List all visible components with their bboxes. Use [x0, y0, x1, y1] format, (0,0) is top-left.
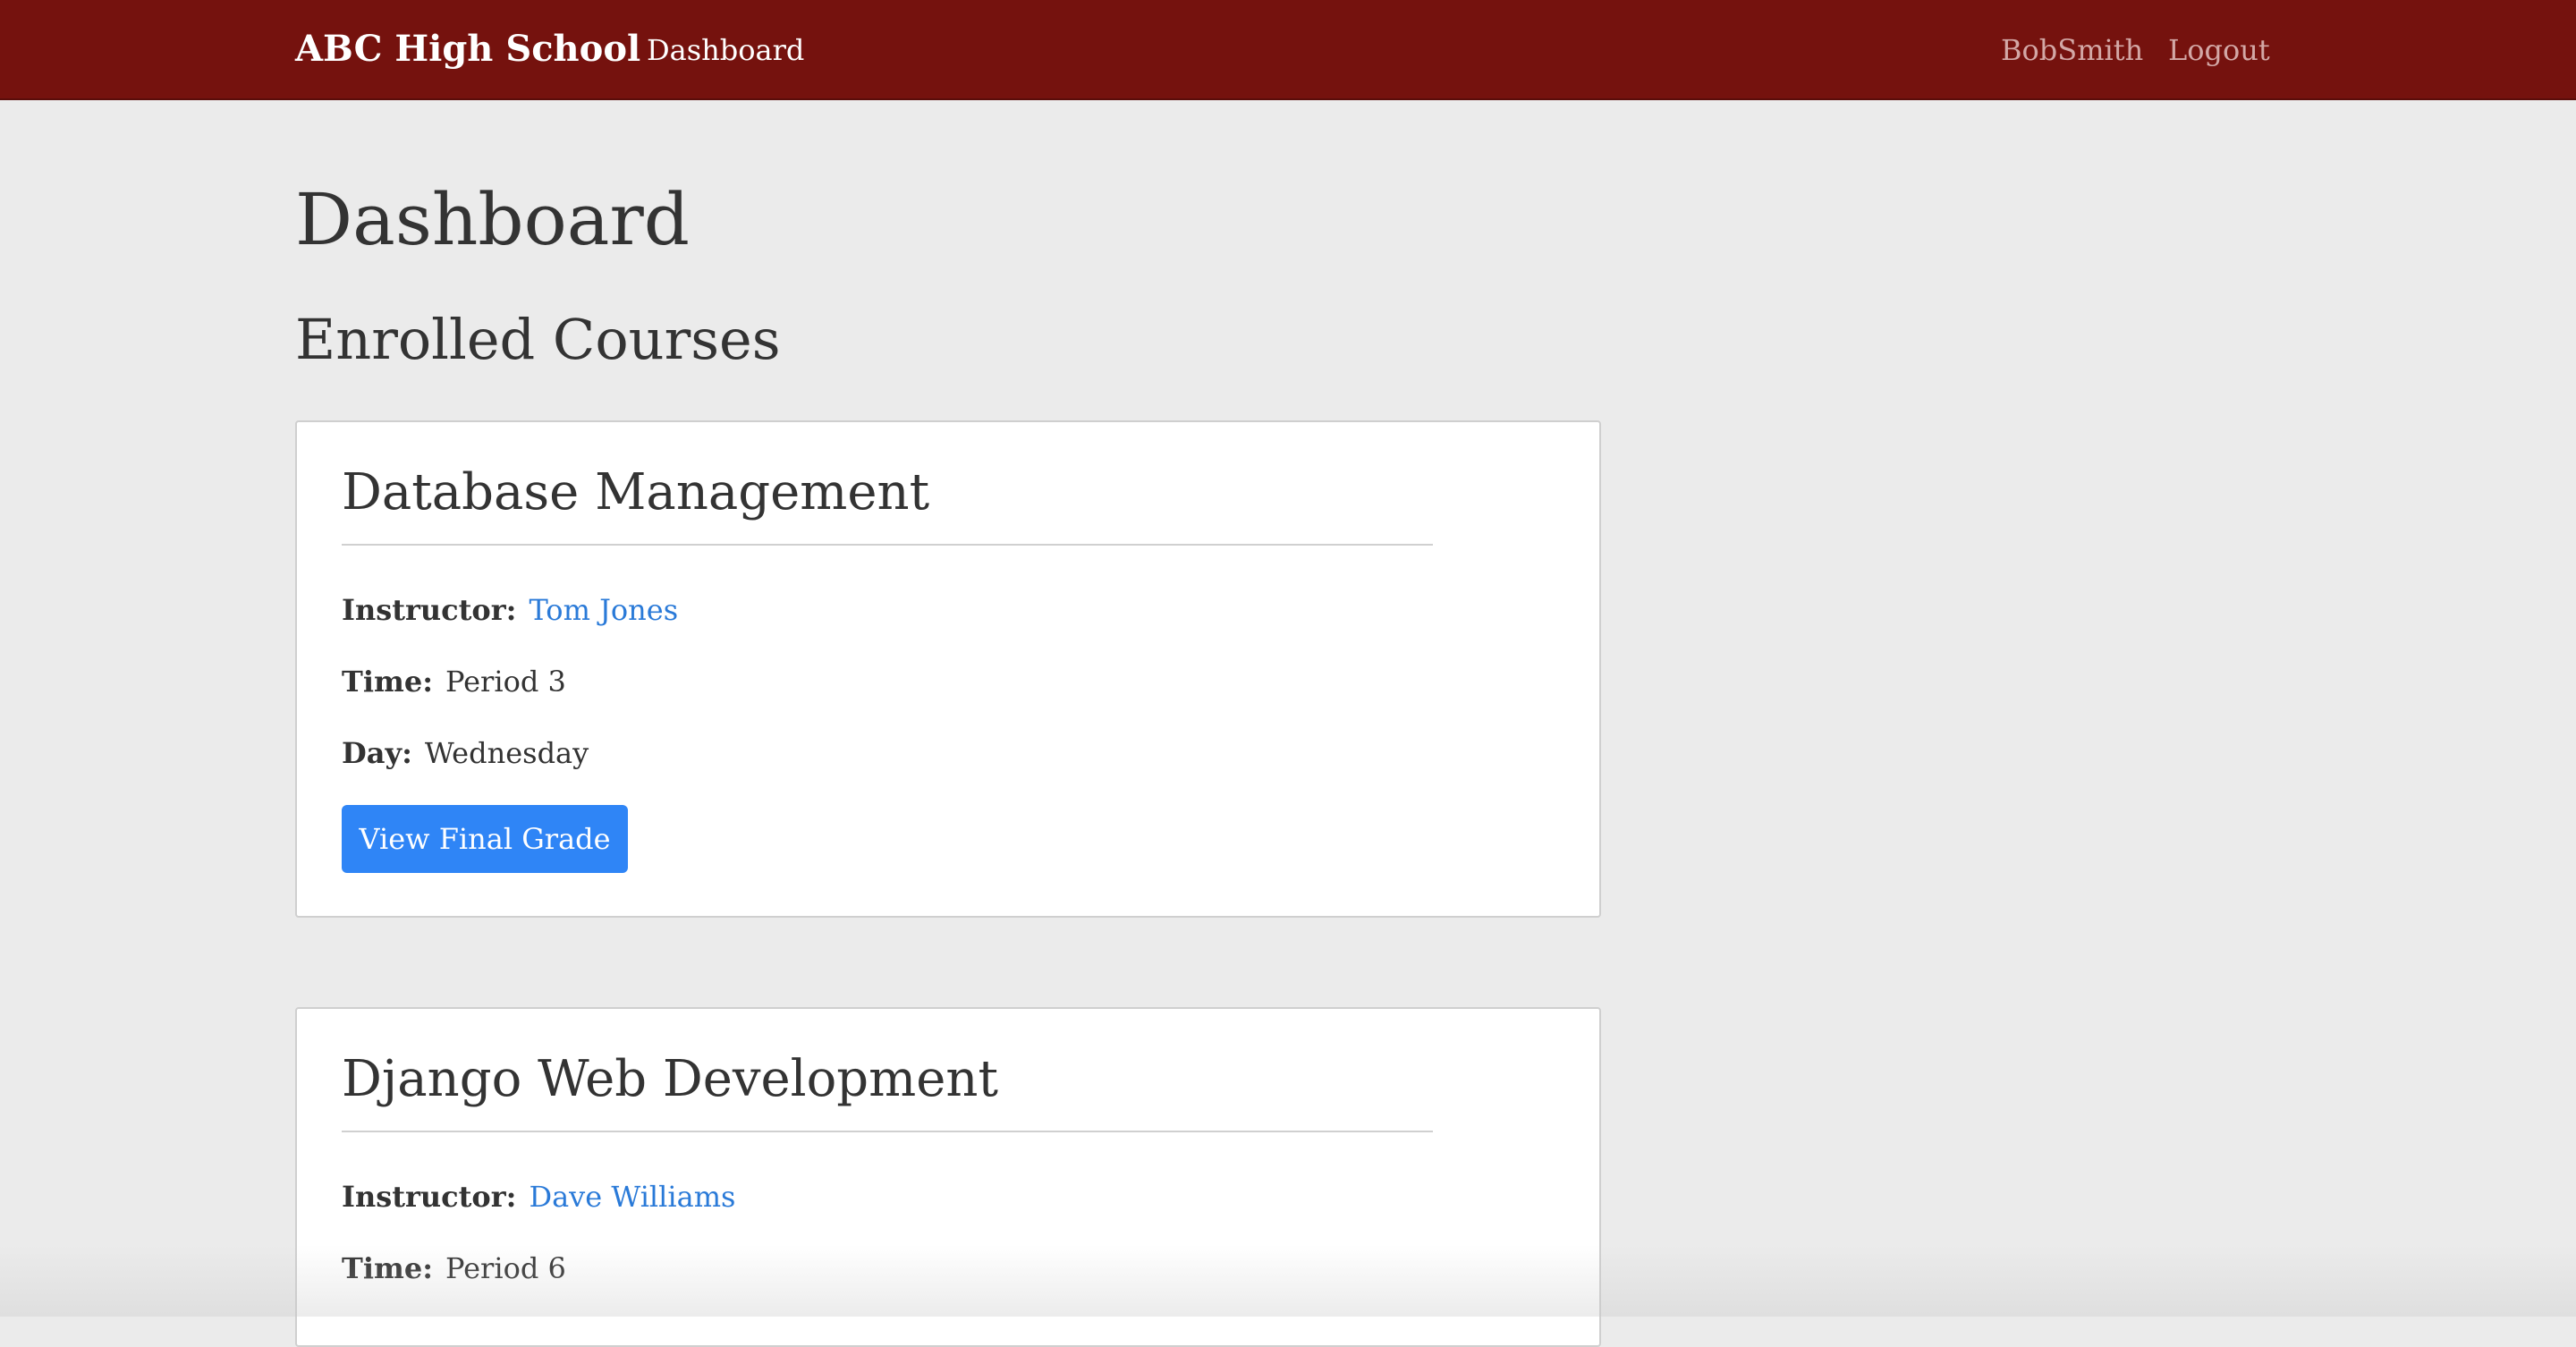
nav-logout-link[interactable]: Logout — [2168, 29, 2270, 72]
top-navbar: ABC High School Dashboard BobSmith Logou… — [0, 0, 2576, 100]
day-row: Day: Wednesday — [342, 733, 589, 773]
course-card-database-management: Database Management Instructor: Tom Jones… — [295, 420, 1601, 918]
page-title: Dashboard — [295, 178, 690, 261]
instructor-link[interactable]: Tom Jones — [529, 593, 678, 627]
instructor-row: Instructor: Dave Williams — [342, 1177, 735, 1216]
day-label: Day: — [342, 736, 412, 770]
time-value: Period 3 — [445, 665, 566, 699]
brand-link[interactable]: ABC High School — [295, 27, 640, 72]
course-card-django-web-development: Django Web Development Instructor: Dave W… — [295, 1007, 1601, 1347]
time-label: Time: — [342, 665, 433, 699]
section-title-enrolled-courses: Enrolled Courses — [295, 307, 781, 372]
day-value: Wednesday — [424, 736, 589, 770]
course-title: Django Web Development — [342, 1050, 998, 1108]
course-divider — [342, 1131, 1433, 1132]
time-label: Time: — [342, 1251, 433, 1285]
time-value: Period 6 — [445, 1251, 566, 1285]
instructor-label: Instructor: — [342, 593, 517, 627]
view-final-grade-button[interactable]: View Final Grade — [342, 805, 628, 873]
nav-username-link[interactable]: BobSmith — [2001, 29, 2143, 72]
time-row: Time: Period 3 — [342, 662, 566, 701]
instructor-row: Instructor: Tom Jones — [342, 590, 678, 630]
time-row: Time: Period 6 — [342, 1249, 566, 1288]
nav-dashboard-link[interactable]: Dashboard — [647, 29, 804, 72]
instructor-link[interactable]: Dave Williams — [529, 1180, 735, 1214]
course-divider — [342, 544, 1433, 546]
instructor-label: Instructor: — [342, 1180, 517, 1214]
course-title: Database Management — [342, 463, 930, 521]
